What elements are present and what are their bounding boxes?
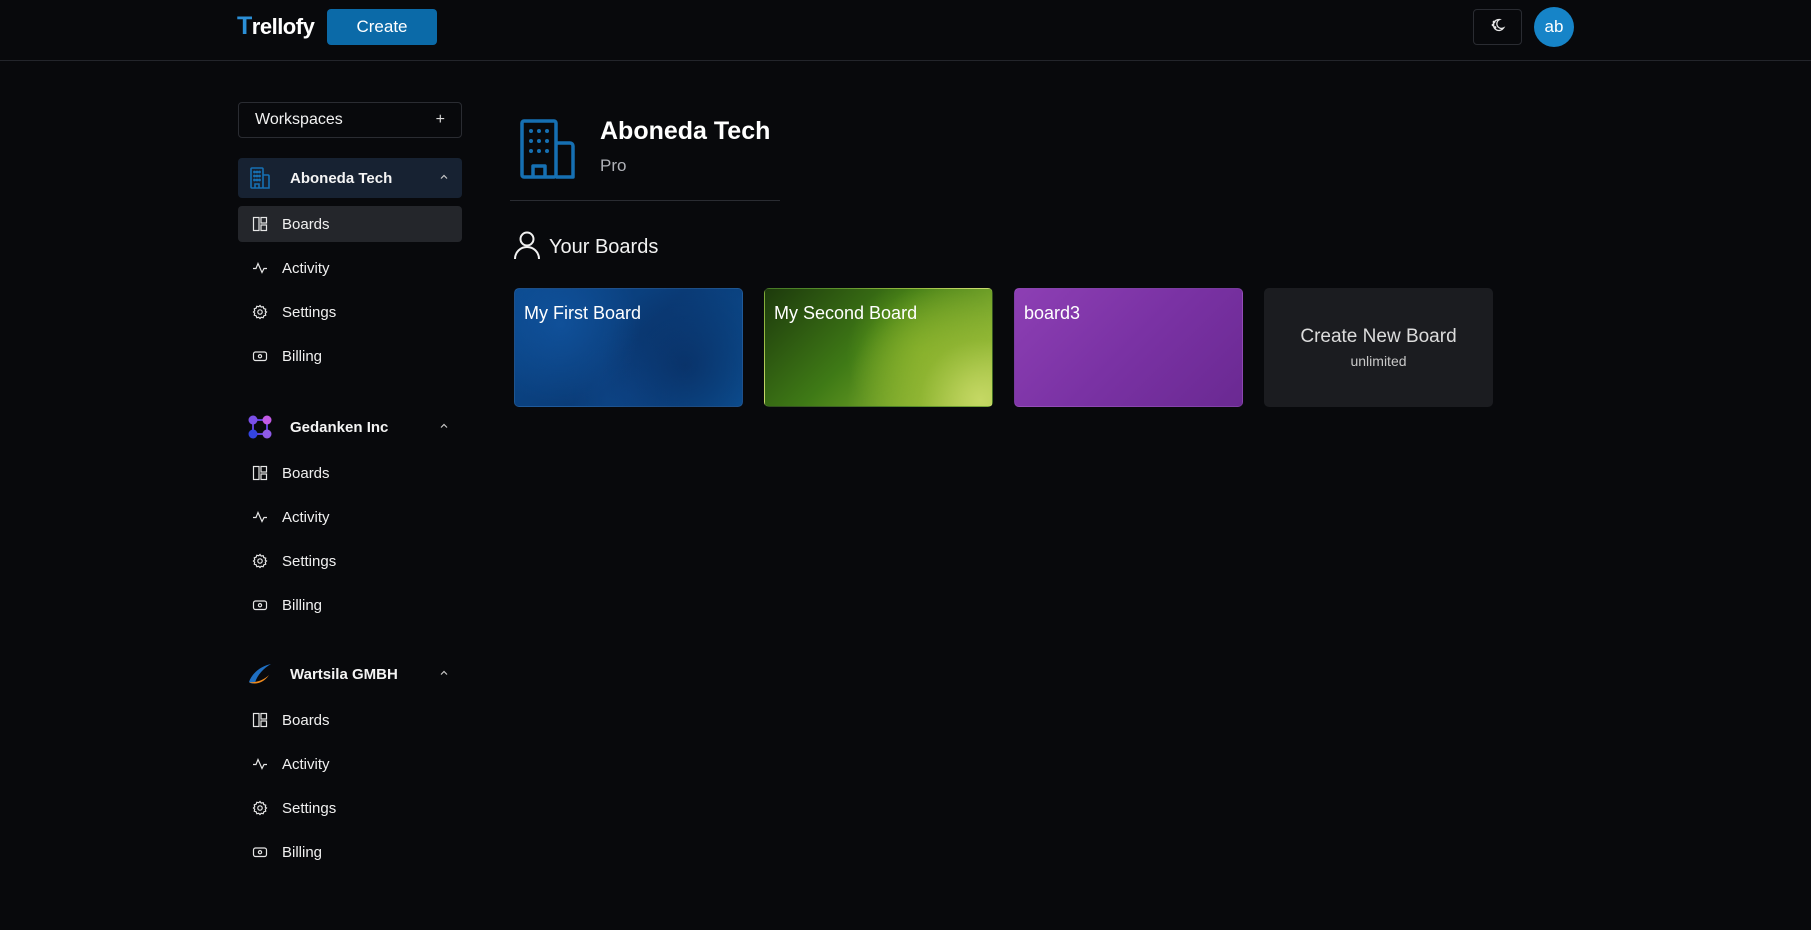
sidebar-item-activity[interactable]: Activity — [238, 250, 462, 286]
sidebar-item-settings[interactable]: Settings — [238, 543, 462, 579]
workspace-gedanken-inc: Gedanken Inc Boards Activity Settings Bi… — [238, 407, 462, 623]
chevron-up-icon — [438, 419, 450, 437]
user-icon — [513, 230, 541, 265]
sidebar-item-settings[interactable]: Settings — [238, 294, 462, 330]
sidebar-item-label: Settings — [282, 552, 337, 570]
sidebar-item-boards[interactable]: Boards — [238, 702, 462, 738]
board-title: board3 — [1024, 303, 1081, 323]
user-avatar[interactable]: ab — [1534, 7, 1574, 47]
workspace-toggle-gedanken-inc[interactable]: Gedanken Inc — [238, 407, 462, 447]
boards-icon — [252, 465, 268, 481]
activity-icon — [252, 260, 268, 276]
workspace-toggle-aboneda-tech[interactable]: Aboneda Tech — [238, 158, 462, 198]
create-board-button[interactable]: Create New Board unlimited — [1264, 288, 1493, 407]
sidebar-item-label: Activity — [282, 259, 330, 277]
sidebar-item-label: Billing — [282, 596, 323, 614]
create-button[interactable]: Create — [327, 9, 437, 45]
board-title: My Second Board — [774, 303, 918, 323]
workspace-plan: Pro — [600, 156, 627, 175]
billing-icon — [252, 597, 268, 613]
activity-icon — [252, 756, 268, 772]
sidebar-item-label: Boards — [282, 711, 330, 729]
chevron-up-icon — [438, 666, 450, 684]
workspace-name: Wartsila GMBH — [290, 665, 398, 683]
logo-initial: T — [237, 12, 252, 40]
gear-icon — [252, 800, 268, 816]
sidebar-item-label: Settings — [282, 303, 337, 321]
workspace-wartsila-gmbh: Wartsila GMBH Boards Activity Settings B… — [238, 654, 462, 870]
board-card[interactable]: My Second Board — [764, 288, 993, 407]
building-icon — [516, 117, 580, 186]
chevron-up-icon — [438, 170, 450, 188]
sidebar-item-billing[interactable]: Billing — [238, 587, 462, 623]
workspace-name: Gedanken Inc — [290, 418, 389, 436]
sidebar-item-label: Activity — [282, 755, 330, 773]
workspace-header: Aboneda Tech Pro — [510, 115, 780, 201]
top-bar: Trellofy Create ab — [0, 0, 1811, 61]
sidebar-item-label: Settings — [282, 799, 337, 817]
sidebar-item-settings[interactable]: Settings — [238, 790, 462, 826]
sidebar-item-label: Activity — [282, 508, 330, 526]
board-card[interactable]: board3 — [1014, 288, 1243, 407]
sidebar-item-billing[interactable]: Billing — [238, 338, 462, 374]
boards-heading-text: Your Boards — [549, 236, 659, 258]
boards-icon — [252, 712, 268, 728]
sidebar: Workspaces + Aboneda Tech Boards Activit… — [238, 102, 462, 861]
board-title: My First Board — [524, 303, 642, 323]
sidebar-item-billing[interactable]: Billing — [238, 834, 462, 870]
gear-icon — [252, 553, 268, 569]
sidebar-item-label: Billing — [282, 347, 323, 365]
logo-text: rellofy — [251, 14, 315, 39]
billing-icon — [252, 348, 268, 364]
building-icon — [246, 164, 274, 192]
billing-icon — [252, 844, 268, 860]
app-logo[interactable]: Trellofy — [237, 10, 315, 43]
boards-heading: Your Boards — [513, 230, 658, 265]
activity-icon — [252, 509, 268, 525]
gear-icon — [252, 304, 268, 320]
sidebar-item-label: Boards — [282, 215, 330, 233]
sidebar-item-boards[interactable]: Boards — [238, 455, 462, 491]
create-board-limit: unlimited — [1350, 353, 1407, 369]
workspace-title: Aboneda Tech — [600, 117, 771, 145]
add-workspace-button[interactable]: + — [436, 111, 445, 129]
workspace-name: Aboneda Tech — [290, 169, 393, 187]
create-board-title: Create New Board — [1300, 326, 1457, 347]
theme-toggle-icon — [1490, 17, 1506, 38]
board-card[interactable]: My First Board — [514, 288, 743, 407]
workspace-aboneda-tech: Aboneda Tech Boards Activity Settings Bi… — [238, 158, 462, 374]
sidebar-item-label: Billing — [282, 843, 323, 861]
sidebar-item-label: Boards — [282, 464, 330, 482]
theme-toggle-button[interactable] — [1473, 9, 1522, 45]
boards-icon — [252, 216, 268, 232]
molecule-logo-icon — [246, 413, 274, 441]
swoosh-logo-icon — [246, 660, 274, 688]
sidebar-item-activity[interactable]: Activity — [238, 499, 462, 535]
workspace-toggle-wartsila-gmbh[interactable]: Wartsila GMBH — [238, 654, 462, 694]
sidebar-item-boards[interactable]: Boards — [238, 206, 462, 242]
workspaces-header-label: Workspaces — [255, 111, 343, 128]
workspaces-header: Workspaces + — [238, 102, 462, 138]
sidebar-item-activity[interactable]: Activity — [238, 746, 462, 782]
